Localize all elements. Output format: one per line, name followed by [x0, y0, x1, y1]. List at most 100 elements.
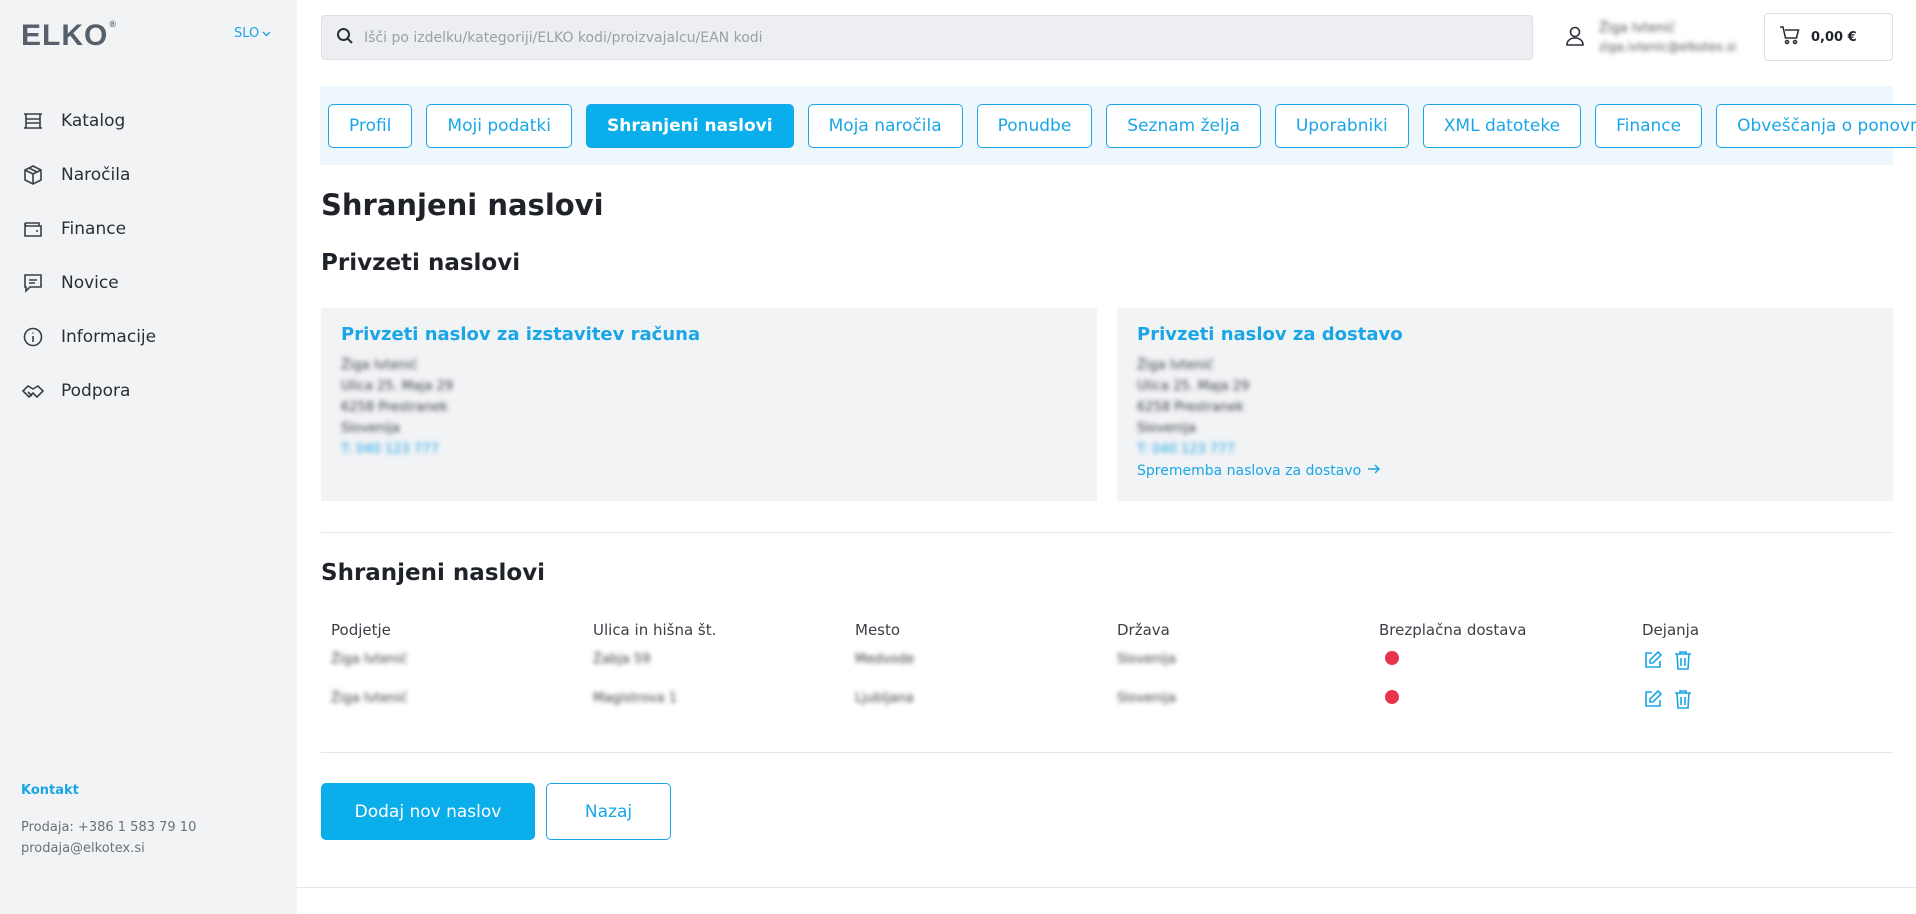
table-row: Žiga Ivtenić Magistrova 1 Ljubljana Slov… — [321, 679, 1893, 718]
shipping-address-title: Privzeti naslov za dostavo — [1137, 324, 1403, 345]
column-header: Ulica in hišna št. — [593, 621, 717, 639]
cart-icon — [1779, 25, 1801, 49]
shipping-address-details: Žiga Ivtenić Ulica 25. Maja 29 6258 Pres… — [1137, 355, 1873, 460]
message-icon — [21, 271, 45, 295]
saved-addresses-title: Shranjeni naslovi — [321, 560, 546, 586]
trash-icon[interactable] — [1672, 688, 1694, 710]
language-selector[interactable]: SLO — [234, 26, 271, 41]
address-line: Žiga Ivtenić — [1137, 358, 1214, 373]
address-line: 6258 Prestranek — [341, 400, 448, 415]
info-icon — [21, 325, 45, 349]
sidebar-item-narocila[interactable]: Naročila — [21, 148, 156, 202]
contact-title[interactable]: Kontakt — [21, 783, 196, 798]
tab-shranjeni-naslovi[interactable]: Shranjeni naslovi — [585, 103, 794, 148]
cart-total: 0,00 € — [1811, 29, 1857, 45]
search-bar — [321, 15, 1533, 60]
saved-addresses-table: Podjetje Ulica in hišna št. Mesto Država… — [321, 620, 1893, 718]
sidebar-item-finance[interactable]: Finance — [21, 202, 156, 256]
tab-uporabniki[interactable]: Uporabniki — [1274, 103, 1409, 148]
sidebar-item-novice[interactable]: Novice — [21, 256, 156, 310]
cell-street: Žabja 59 — [593, 652, 651, 667]
contact-block: Kontakt Prodaja: +386 1 583 79 10 prodaj… — [21, 783, 196, 859]
user-email: ziga.ivtenic@elkotex.si — [1599, 40, 1737, 54]
default-addresses-title: Privzeti naslovi — [321, 250, 521, 276]
tab-moja-narocila[interactable]: Moja naročila — [807, 103, 963, 148]
language-label: SLO — [234, 26, 260, 41]
add-address-button[interactable]: Dodaj nov naslov — [321, 783, 535, 840]
contact-phone: Prodaja: +386 1 583 79 10 — [21, 820, 197, 835]
box-icon — [21, 163, 45, 187]
cart-button[interactable]: 0,00 € — [1764, 13, 1893, 61]
page-title: Shranjeni naslovi — [321, 188, 604, 222]
sidebar-nav: Katalog Naročila Finance Novice Informac… — [21, 94, 156, 418]
sidebar-item-katalog[interactable]: Katalog — [21, 94, 156, 148]
column-header: Podjetje — [331, 621, 391, 639]
sidebar-item-label: Naročila — [61, 165, 131, 185]
column-header: Država — [1117, 621, 1170, 639]
cell-actions — [1642, 649, 1822, 671]
edit-icon[interactable] — [1642, 649, 1664, 671]
tab-xml-datoteke[interactable]: XML datoteke — [1422, 103, 1582, 148]
chevron-down-icon — [262, 26, 271, 41]
sidebar-item-label: Finance — [61, 219, 127, 239]
cell-free-delivery — [1379, 689, 1642, 708]
footer-divider — [297, 887, 1916, 888]
address-line: Slovenija — [341, 421, 400, 436]
sidebar-item-label: Katalog — [61, 111, 126, 131]
address-phone[interactable]: T: 040 123 777 — [1137, 439, 1873, 460]
tab-moji-podatki[interactable]: Moji podatki — [426, 103, 572, 148]
address-line: Slovenija — [1137, 421, 1196, 436]
cell-street: Magistrova 1 — [593, 691, 677, 706]
section-divider — [321, 532, 1893, 533]
wallet-icon — [21, 217, 45, 241]
back-button[interactable]: Nazaj — [546, 783, 671, 840]
user-icon — [1565, 25, 1585, 51]
account-tabs: Profil Moji podatki Shranjeni naslovi Mo… — [320, 86, 1916, 165]
address-line: Ulica 25. Maja 29 — [1137, 379, 1250, 394]
cell-actions — [1642, 688, 1822, 710]
tab-obvescanja[interactable]: Obveščanja o ponovni zalogi — [1716, 103, 1916, 148]
sidebar-item-podpora[interactable]: Podpora — [21, 364, 156, 418]
search-icon[interactable] — [336, 27, 354, 49]
status-dot-red — [1385, 689, 1399, 704]
column-header: Mesto — [855, 621, 901, 639]
column-header: Brezplačna dostava — [1379, 621, 1527, 639]
sidebar-item-label: Podpora — [61, 381, 131, 401]
column-header: Dejanja — [1642, 621, 1700, 639]
user-info: Žiga Ivtenić ziga.ivtenic@elkotex.si — [1599, 20, 1736, 56]
section-divider — [321, 752, 1893, 753]
address-line: 6258 Prestranek — [1137, 400, 1244, 415]
address-phone[interactable]: T: 040 123 777 — [341, 439, 1077, 460]
cell-country: Slovenija — [1117, 652, 1176, 667]
tab-profil[interactable]: Profil — [328, 103, 413, 148]
cell-city: Ljubljana — [855, 691, 914, 706]
sidebar-item-label: Informacije — [61, 327, 157, 347]
status-dot-red — [1385, 650, 1399, 665]
sidebar-item-label: Novice — [61, 273, 119, 293]
address-line: Žiga Ivtenić — [341, 358, 418, 373]
change-link-label: Sprememba naslova za dostavo — [1137, 463, 1362, 479]
logo[interactable]: ELKO® — [21, 19, 117, 53]
arrow-right-icon — [1367, 463, 1381, 479]
cell-company: Žiga Ivtenić — [331, 691, 408, 706]
tab-finance[interactable]: Finance — [1595, 103, 1703, 148]
table-header-row: Podjetje Ulica in hišna št. Mesto Država… — [321, 620, 1893, 640]
search-input[interactable] — [364, 29, 1514, 46]
edit-icon[interactable] — [1642, 688, 1664, 710]
contact-email[interactable]: prodaja@elkotex.si — [21, 838, 196, 859]
tab-seznam-zelja[interactable]: Seznam želja — [1106, 103, 1261, 148]
cell-company: Žiga Ivtenić — [331, 652, 408, 667]
catalog-icon — [21, 109, 45, 133]
table-row: Žiga Ivtenić Žabja 59 Medvode Slovenija — [321, 640, 1893, 679]
trash-icon[interactable] — [1672, 649, 1694, 671]
user-menu[interactable]: Žiga Ivtenić ziga.ivtenic@elkotex.si — [1565, 20, 1736, 56]
cell-city: Medvode — [855, 652, 915, 667]
tab-ponudbe[interactable]: Ponudbe — [976, 103, 1093, 148]
change-shipping-address-link[interactable]: Sprememba naslova za dostavo — [1137, 463, 1873, 479]
billing-address-title: Privzeti naslov za izstavitev računa — [341, 324, 701, 345]
sidebar-item-informacije[interactable]: Informacije — [21, 310, 156, 364]
sidebar: ELKO® SLO Katalog Naročila Finance Novic… — [0, 0, 297, 914]
billing-address-details: Žiga Ivtenić Ulica 25. Maja 29 6258 Pres… — [341, 355, 1077, 460]
user-name: Žiga Ivtenić — [1599, 21, 1676, 36]
cell-free-delivery — [1379, 650, 1642, 669]
